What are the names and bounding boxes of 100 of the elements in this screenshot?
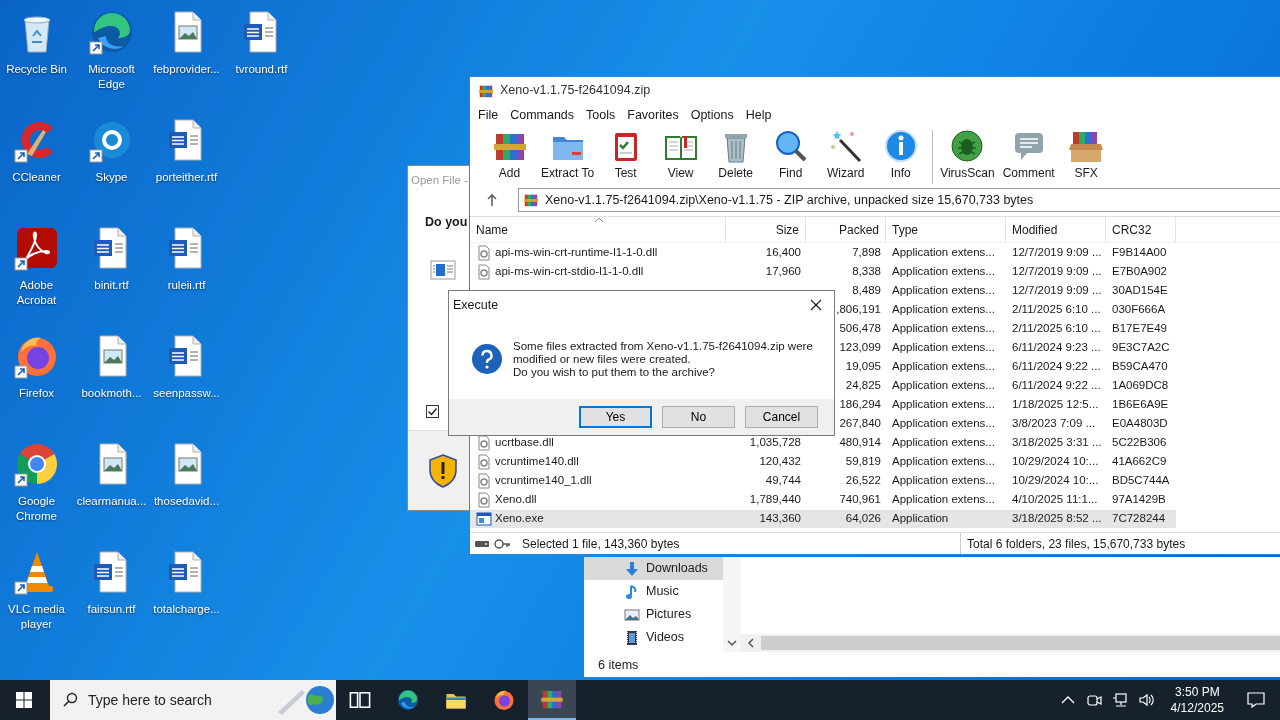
file-name: Xeno.exe [495,511,544,527]
nav-item[interactable]: Music [584,580,723,603]
desktop-item[interactable]: seenpassw... [149,328,224,436]
file-row[interactable]: Xeno.dll 1,789,440 740,961 Application extens... 4/10/2025 11:1... 97A1429B [470,490,1280,510]
file-name: vcruntime140_1.dll [495,473,592,489]
toolbar-button[interactable]: Extract To [537,127,599,180]
picture-icon [624,606,640,623]
desktop-item[interactable]: Google Chrome [0,436,74,544]
table-cell: 41A662C9 [1112,455,1167,468]
desktop-item[interactable]: febprovider... [149,4,224,112]
toolbar-button[interactable]: Find [763,127,819,180]
table-cell: 030F666A [1112,303,1166,316]
nav-item[interactable]: Downloads [584,557,723,580]
table-cell: E0A4803D [1112,417,1168,430]
dialog-title: Execute [453,296,499,314]
desktop-item[interactable]: CCleaner [0,112,74,220]
desktop-item[interactable]: tvround.rtf [224,4,299,112]
checkbox[interactable] [426,405,439,418]
window-title: Open File - [411,173,468,189]
file-row[interactable]: api-ms-win-crt-stdio-l1-1-0.dll 17,960 8,338 Application extens... 12/7/2019 9:09 ... E7B0A902 [470,262,1280,282]
search-field[interactable]: Type here to search [86,688,268,712]
toolbar-button[interactable]: Comment [998,127,1059,180]
file-row[interactable]: Xeno.exe 143,360 64,026 Application 3/18/2025 8:52 ... 7C728244 [470,509,1280,529]
desktop-item[interactable]: thosedavid... [149,436,224,544]
wave-logo-icon [396,688,420,712]
status-text: Selected 1 file, 143,360 bytes [522,535,680,553]
speech-bubble-icon [1246,690,1266,710]
desktop-item[interactable]: porteither.rtf [149,112,224,220]
speaker-icon[interactable] [1137,692,1154,708]
desktop-item[interactable]: Firefox [0,328,74,436]
clock-button[interactable]: 3:50 PM 4/12/2025 [1162,684,1232,716]
table-cell: 740,961 [839,493,881,506]
table-cell: E7B0A902 [1112,265,1167,278]
menu-item[interactable]: Help [739,105,778,125]
address-field[interactable]: Xeno-v1.1.75-f2641094.zip\Xeno-v1.1.75 - ZIP archive, unpacked size 15,670,733 bytes [518,188,1280,213]
table-cell: Application extens... [892,436,995,449]
nav-item[interactable]: Pictures [584,603,723,626]
table-cell: Application extens... [892,379,995,392]
file-row[interactable]: vcruntime140.dll 120,432 59,819 Application extens... 10/29/2024 10:... 41A662C9 [470,452,1280,472]
table-cell: 120,432 [759,455,801,468]
column-header[interactable]: Name [470,217,726,243]
menu-item[interactable]: File [472,105,505,125]
meet-camera-icon[interactable] [1085,692,1102,708]
column-header[interactable]: Type [886,217,1006,243]
scrollbar-thumb[interactable] [761,636,1280,650]
search-box[interactable]: Type here to search [50,680,336,720]
app-window-icon [476,510,492,527]
up-arrow-icon [486,193,498,208]
desktop-item[interactable]: VLC media player [0,544,74,652]
desktop-item[interactable]: Recycle Bin [0,4,74,112]
desktop-item[interactable]: Adobe Acrobat [0,220,74,328]
shield-icon [428,453,458,488]
menu-item[interactable]: Commands [504,105,581,125]
toolbar-button[interactable]: View [653,127,709,180]
toolbar-button[interactable]: VirusScan [936,127,999,180]
dialog-button[interactable]: No [662,406,735,428]
toolbar-button[interactable]: Info [873,127,929,180]
table-cell: Application extens... [892,322,995,335]
file-row[interactable]: api-ms-win-crt-runtime-l1-1-0.dll 16,400 7,898 Application extens... 12/7/2019 9:09 ... F9B14A00 [470,243,1280,263]
file-gear-icon [476,472,492,489]
status-text: Total 6 folders, 23 files, 15,670,733 bytes [967,535,1186,553]
search-icon [62,692,78,708]
desktop-item[interactable]: fairsun.rtf [74,544,149,652]
table-cell: 480,914 [839,436,881,449]
table-cell: 7C728244 [1112,512,1166,525]
desktop-item[interactable]: binit.rtf [74,220,149,328]
toolbar-button[interactable]: Wizard [818,127,874,180]
table-cell: 24,825 [845,379,881,392]
table-cell: Application extens... [892,398,995,411]
network-icon[interactable] [1111,692,1128,708]
table-cell: 19,095 [845,360,881,373]
nav-item[interactable]: Videos [584,626,723,649]
desktop-item[interactable]: totalcharge... [149,544,224,652]
column-header[interactable]: CRC32 [1106,217,1176,243]
toolbar-button[interactable]: Add [482,127,537,180]
file-row[interactable]: vcruntime140_1.dll 49,744 26,522 Application extens... 10/29/2024 10:... BD5C744A [470,471,1280,491]
file-gear-icon [476,491,492,508]
dialog-button[interactable]: Yes [579,406,652,428]
table-cell: Application extens... [892,303,995,316]
menu-item[interactable]: Options [684,105,740,125]
menu-item[interactable]: Favorites [621,105,685,125]
desktop-item[interactable]: ruleii.rtf [149,220,224,328]
desktop-item[interactable]: bookmoth... [74,328,149,436]
toolbar-button[interactable]: Delete [708,127,764,180]
table-cell: 30AD154E [1112,284,1168,297]
column-header[interactable]: Modified [1006,217,1106,243]
desktop-item[interactable]: Skype [74,112,149,220]
desktop-item[interactable]: clearmanua... [74,436,149,544]
table-cell: 5C22B306 [1112,436,1167,449]
menu-item[interactable]: Tools [580,105,622,125]
file-gear-icon [476,263,492,280]
column-header[interactable]: Size [726,217,806,243]
toolbar-button[interactable]: Test [598,127,654,180]
column-header[interactable]: Packed [806,217,886,243]
dialog-button[interactable]: Cancel [745,406,818,428]
table-cell: 506,478 [839,322,881,335]
desktop-item[interactable]: Microsoft Edge [74,4,149,112]
table-cell: Application extens... [892,455,995,468]
toolbar-button[interactable]: SFX [1058,127,1114,180]
table-cell: Application extens... [892,284,995,297]
